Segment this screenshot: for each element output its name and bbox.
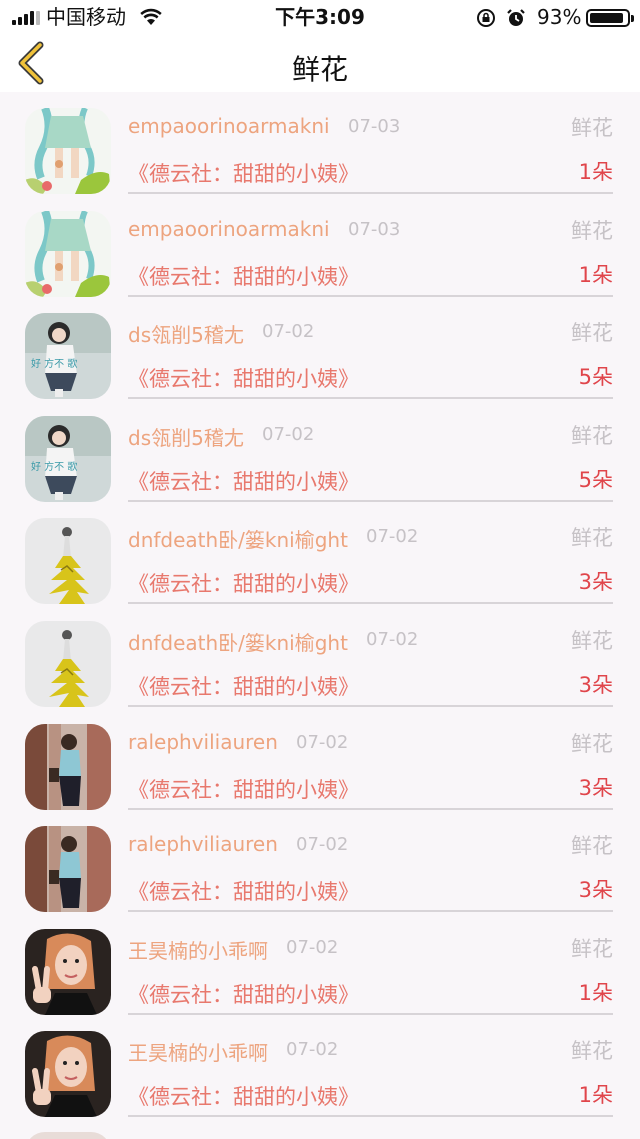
- page-title: 鲜花: [291, 53, 348, 86]
- gift-type: 鲜花: [571, 526, 613, 551]
- row-divider: [128, 1115, 613, 1118]
- list-item[interactable]: 好 方不 歌 ds瓴削5稽尢 07-02 鲜花《德云社：甜甜的小姨》 5朵: [0, 297, 640, 400]
- show-title[interactable]: 《德云社：甜甜的小姨》: [128, 568, 359, 598]
- list-item[interactable]: 好 方不 歌 ds瓴削5稽尢 07-02 鲜花《德云社：甜甜的小姨》 5朵: [0, 400, 640, 502]
- sender-name[interactable]: ralephviliauren: [128, 832, 278, 856]
- avatar[interactable]: [25, 928, 111, 1015]
- flower-count: 5朵: [578, 467, 613, 492]
- gift-date: 07-03: [348, 116, 401, 137]
- sender-name[interactable]: dnfdeath卧/篓kni榆ght: [128, 524, 348, 553]
- flower-count: 1朵: [578, 980, 613, 1005]
- flower-count: 3朵: [578, 775, 613, 800]
- list-item[interactable]: empaoorinoarmakni 07-03 鲜花《德云社：甜甜的小姨》 1朵: [0, 92, 640, 194]
- sender-name[interactable]: 王昊楠的小乖啊: [128, 935, 268, 964]
- avatar[interactable]: [25, 108, 111, 194]
- avatar[interactable]: [25, 621, 111, 707]
- gift-date: 07-02: [366, 526, 419, 548]
- avatar[interactable]: [25, 518, 111, 605]
- show-title[interactable]: 《德云社：甜甜的小姨》: [128, 671, 359, 701]
- avatar[interactable]: 好 方不 歌: [25, 313, 111, 400]
- flower-count: 3朵: [578, 878, 613, 903]
- list-item[interactable]: 王昊楠的小乖啊 07-02 鲜花《德云社：甜甜的小姨》 1朵: [0, 913, 640, 1015]
- alarm-icon: [507, 9, 525, 26]
- flower-count: 3朵: [578, 570, 613, 595]
- show-title[interactable]: 《德云社：甜甜的小姨》: [128, 261, 359, 291]
- avatar[interactable]: [25, 826, 111, 913]
- gift-type: 鲜花: [571, 321, 613, 346]
- sender-name[interactable]: empaoorinoarmakni: [128, 114, 330, 138]
- gift-date: 07-02: [296, 834, 349, 856]
- list-item[interactable]: 王昊楠的小乖啊 07-02 鲜花《德云社：甜甜的小姨》 1朵: [0, 1015, 640, 1118]
- show-title[interactable]: 《德云社：甜甜的小姨》: [128, 774, 359, 804]
- gift-type: 鲜花: [571, 629, 613, 653]
- list-item[interactable]: ralephviliauren 07-02 鲜花《德云社：甜甜的小姨》 3朵: [0, 810, 640, 913]
- avatar[interactable]: [25, 723, 111, 810]
- avatar[interactable]: 好 方不 歌: [25, 415, 111, 502]
- show-title[interactable]: 《德云社：甜甜的小姨》: [128, 363, 359, 393]
- list-item[interactable]: ralephviliauren 07-02 鲜花《德云社：甜甜的小姨》 3朵: [0, 708, 640, 810]
- sender-name[interactable]: empaoorinoarmakni: [128, 217, 330, 241]
- gift-date: 07-02: [262, 423, 315, 445]
- gift-type: 鲜花: [571, 116, 613, 140]
- gift-type: 鲜花: [571, 423, 613, 448]
- sender-name[interactable]: ralephviliauren: [128, 730, 278, 754]
- show-title[interactable]: 《德云社：甜甜的小姨》: [128, 876, 359, 906]
- rotation-lock-icon: [477, 9, 495, 27]
- sender-name[interactable]: ds瓴削5稽尢: [128, 422, 244, 451]
- flower-count: 1朵: [578, 262, 613, 287]
- nav-bar: 鲜花: [0, 34, 640, 92]
- svg-text:好 方不 歌: 好 方不 歌: [31, 460, 77, 473]
- gift-date: 07-02: [286, 936, 339, 958]
- list-item[interactable]: dnfdeath卧/篓kni榆ght 07-02 鲜花《德云社：甜甜的小姨》 3朵: [0, 605, 640, 707]
- show-title[interactable]: 《德云社：甜甜的小姨》: [128, 466, 359, 496]
- avatar[interactable]: [25, 210, 111, 297]
- next-avatar-peek: [25, 1132, 111, 1139]
- svg-text:好 方不 歌: 好 方不 歌: [31, 357, 77, 370]
- sender-name[interactable]: ds瓴削5稽尢: [128, 319, 244, 348]
- gift-date: 07-02: [296, 731, 349, 753]
- gift-date: 07-02: [286, 1039, 339, 1061]
- avatar[interactable]: [25, 1031, 111, 1118]
- flower-count: 5朵: [578, 365, 613, 390]
- show-title[interactable]: 《德云社：甜甜的小姨》: [128, 1081, 359, 1111]
- sender-name[interactable]: dnfdeath卧/篓kni榆ght: [128, 627, 348, 656]
- flower-count: 1朵: [578, 160, 613, 184]
- battery-icon: [586, 9, 634, 27]
- sender-name[interactable]: 王昊楠的小乖啊: [128, 1037, 268, 1066]
- show-title[interactable]: 《德云社：甜甜的小姨》: [128, 158, 359, 188]
- gift-type: 鲜花: [571, 1039, 613, 1064]
- flower-count: 1朵: [578, 1083, 613, 1108]
- gift-date: 07-03: [348, 218, 401, 240]
- list-item[interactable]: dnfdeath卧/篓kni榆ght 07-02 鲜花《德云社：甜甜的小姨》 3朵: [0, 502, 640, 605]
- battery-percent: 93%: [537, 5, 582, 29]
- list-item[interactable]: empaoorinoarmakni 07-03 鲜花《德云社：甜甜的小姨》 1朵: [0, 195, 640, 297]
- gift-date: 07-02: [366, 629, 419, 650]
- status-bar: 中国移动 下午3:09 93%: [0, 0, 640, 34]
- gift-type: 鲜花: [571, 936, 613, 961]
- gift-date: 07-02: [262, 321, 315, 343]
- show-title[interactable]: 《德云社：甜甜的小姨》: [128, 979, 359, 1009]
- gift-type: 鲜花: [571, 731, 613, 756]
- flower-count: 3朵: [578, 673, 613, 697]
- gift-type: 鲜花: [571, 218, 613, 243]
- gift-type: 鲜花: [571, 834, 613, 859]
